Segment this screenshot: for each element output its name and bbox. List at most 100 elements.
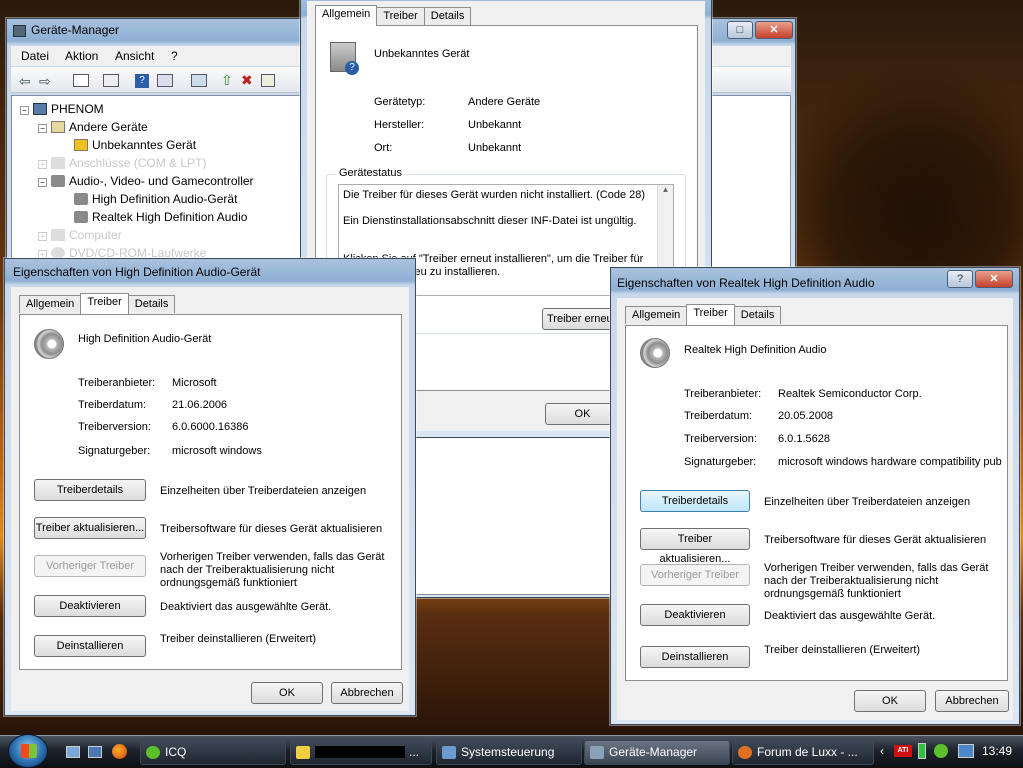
firefox-icon: [738, 746, 752, 759]
disable-icon[interactable]: [261, 74, 275, 87]
show-desktop-icon[interactable]: [66, 746, 80, 758]
action-desc: Deaktiviert das ausgewählte Gerät.: [764, 610, 936, 622]
row-label: Ort:: [374, 142, 393, 154]
hd-title: Eigenschaften von High Definition Audio-…: [13, 265, 261, 279]
disable-button[interactable]: Deaktivieren: [640, 604, 750, 626]
ati-icon[interactable]: ATI: [894, 745, 912, 757]
tree-ports[interactable]: + Anschlüsse (COM & LPT): [38, 156, 206, 170]
rt-cancel-button[interactable]: Abbrechen: [935, 690, 1009, 712]
tab-details[interactable]: Details: [127, 295, 176, 313]
uninstall-button[interactable]: Deinstallieren: [640, 646, 750, 668]
realtek-properties-window: Eigenschaften von Realtek High Definitio…: [610, 267, 1020, 725]
properties-icon[interactable]: [73, 74, 89, 87]
tree-audio[interactable]: − Audio-, Video- und Gamecontroller: [38, 174, 254, 188]
clock[interactable]: 13:49: [982, 744, 1012, 758]
computer-icon: [33, 103, 47, 115]
view-icon[interactable]: [157, 74, 173, 87]
tab-treiber[interactable]: Treiber: [686, 304, 735, 325]
status-group-title: Gerätestatus: [336, 167, 405, 179]
row-label: Signaturgeber:: [78, 445, 151, 457]
unknown-device-name: Unbekanntes Gerät: [374, 48, 470, 60]
action-desc: Vorherigen Treiber verwenden, falls das …: [160, 551, 385, 589]
menu-datei[interactable]: Datei: [21, 49, 49, 63]
tab-allgemein[interactable]: Allgemein: [625, 306, 688, 324]
uninstall-icon[interactable]: ✖: [241, 72, 253, 89]
devmgr-maximize-button[interactable]: □: [727, 21, 753, 39]
row-value: Unbekannt: [468, 142, 522, 154]
tab-treiber[interactable]: Treiber: [80, 293, 129, 314]
network-icon[interactable]: [958, 744, 974, 758]
menu-aktion[interactable]: Aktion: [65, 49, 98, 63]
rt-help-button[interactable]: ?: [947, 270, 973, 288]
taskbar-hidden-item[interactable]: ...: [290, 740, 432, 765]
taskbar-control-panel[interactable]: Systemsteuerung: [436, 740, 582, 765]
hd-audio-properties-window: Eigenschaften von High Definition Audio-…: [4, 258, 416, 716]
tree-root[interactable]: − PHENOM: [20, 102, 104, 116]
tab-allgemein[interactable]: Allgemein: [19, 295, 82, 313]
action-desc: Einzelheiten über Treiberdateien anzeige…: [160, 485, 367, 497]
row-label: Gerätetyp:: [374, 96, 426, 108]
tab-allgemein[interactable]: Allgemein: [315, 5, 378, 26]
driver-details-button[interactable]: Treiberdetails: [640, 490, 750, 512]
rollback-driver-button[interactable]: Vorheriger Treiber: [640, 564, 750, 586]
row-label: Signaturgeber:: [684, 456, 757, 468]
update-driver-button[interactable]: Treiber aktualisieren...: [34, 517, 146, 539]
hd-cancel-button[interactable]: Abbrechen: [331, 682, 403, 704]
icq-icon: [146, 746, 160, 759]
taskbar-forum[interactable]: Forum de Luxx - ...: [732, 740, 874, 765]
row-value: 20.05.2008: [778, 410, 834, 422]
action-desc: Treibersoftware für dieses Gerät aktuali…: [160, 523, 383, 535]
hd-ok-button[interactable]: OK: [251, 682, 323, 704]
action-desc: Treiber deinstallieren (Erweitert): [764, 644, 921, 656]
action-desc: Treibersoftware für dieses Gerät aktuali…: [764, 534, 987, 546]
row-label: Hersteller:: [374, 119, 425, 131]
unknown-ok-button[interactable]: OK: [545, 403, 620, 425]
action-desc: Deaktiviert das ausgewählte Gerät.: [160, 601, 332, 613]
tree-hd-audio[interactable]: High Definition Audio-Gerät: [74, 192, 237, 206]
menu-ansicht[interactable]: Ansicht: [115, 49, 154, 63]
tree-computer[interactable]: + Computer: [38, 228, 122, 242]
update-driver-button[interactable]: Treiber aktualisieren...: [640, 528, 750, 565]
row-value: 21.06.2006: [172, 399, 228, 411]
rt-ok-button[interactable]: OK: [854, 690, 926, 712]
row-label: Treiberversion:: [78, 421, 151, 433]
row-value: Andere Geräte: [468, 96, 541, 108]
update-driver-icon[interactable]: ⇧: [221, 72, 233, 89]
redacted-bar: [315, 746, 405, 758]
devmgr-app-icon: [13, 25, 26, 37]
help-icon[interactable]: ?: [135, 74, 149, 88]
tree-other-devices[interactable]: − Andere Geräte: [38, 120, 148, 134]
rollback-driver-button[interactable]: Vorheriger Treiber: [34, 555, 146, 577]
forward-icon[interactable]: ⇨: [39, 73, 51, 90]
menu-help[interactable]: ?: [171, 49, 178, 63]
tree-unknown-device[interactable]: Unbekanntes Gerät: [74, 138, 196, 152]
scan-icon[interactable]: [191, 74, 207, 87]
tab-treiber[interactable]: Treiber: [376, 7, 425, 25]
row-label: Treiberanbieter:: [684, 388, 762, 400]
devmgr-close-button[interactable]: ✕: [755, 21, 793, 39]
rt-device-name: Realtek High Definition Audio: [684, 344, 827, 356]
row-label: Treiberdatum:: [684, 410, 753, 422]
devmgr-title: Geräte-Manager: [31, 23, 120, 37]
device-manager-icon: [590, 746, 604, 759]
windows-logo-icon: [21, 744, 37, 758]
taskbar-device-manager[interactable]: Geräte-Manager: [584, 740, 730, 765]
taskbar-icq[interactable]: ICQ: [140, 740, 286, 765]
start-button[interactable]: [8, 734, 48, 768]
back-icon[interactable]: ⇦: [19, 73, 31, 90]
icq-tray-icon[interactable]: [934, 744, 948, 758]
uninstall-button[interactable]: Deinstallieren: [34, 635, 146, 657]
row-label: Treiberdatum:: [78, 399, 147, 411]
port-icon: [51, 157, 65, 169]
driver-details-button[interactable]: Treiberdetails: [34, 479, 146, 501]
tab-details[interactable]: Details: [423, 7, 472, 25]
tree-realtek-audio[interactable]: Realtek High Definition Audio: [74, 210, 247, 224]
disable-button[interactable]: Deaktivieren: [34, 595, 146, 617]
switch-windows-icon[interactable]: [88, 746, 102, 758]
firefox-icon[interactable]: [112, 744, 127, 759]
tray-chevron-icon[interactable]: ‹: [880, 744, 884, 758]
tab-details[interactable]: Details: [733, 306, 782, 324]
rt-close-button[interactable]: ✕: [975, 270, 1013, 288]
list-icon[interactable]: [103, 74, 119, 87]
warning-device-icon: [74, 139, 88, 151]
